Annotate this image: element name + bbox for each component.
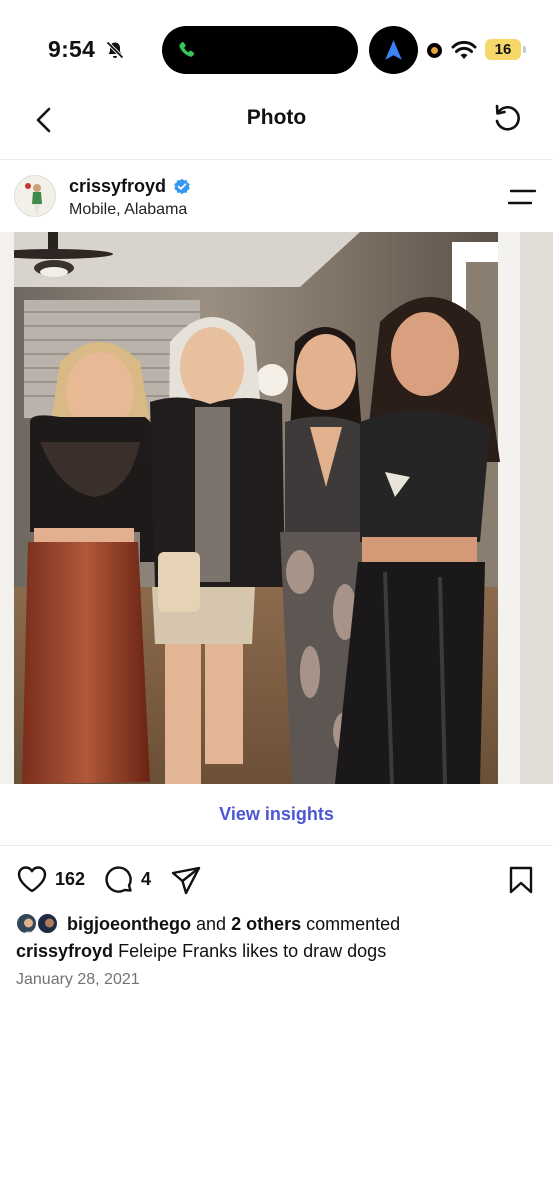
post-photo[interactable]: [0, 232, 553, 784]
bookmark-icon[interactable]: [507, 865, 535, 895]
commenters-connector: and: [196, 914, 227, 934]
avatar[interactable]: [14, 175, 56, 217]
share-icon[interactable]: [170, 864, 202, 896]
caption-username[interactable]: crissyfroyd: [16, 941, 113, 961]
location-arrow-icon: [385, 40, 402, 60]
status-bar: 9:54 16: [0, 0, 553, 100]
post-actions: 162 4: [0, 860, 553, 900]
comments-summary-text: bigjoeonthego and 2 others commented: [67, 914, 400, 935]
menu-icon[interactable]: [505, 182, 541, 212]
caption-text: Feleipe Franks likes to draw dogs: [118, 941, 387, 961]
view-insights-link[interactable]: View insights: [0, 804, 553, 825]
commenter-username[interactable]: bigjoeonthego: [67, 914, 191, 934]
heart-icon[interactable]: [16, 864, 48, 894]
page-title: Photo: [246, 106, 307, 129]
comment-count[interactable]: 4: [141, 869, 151, 890]
record-dot-icon: [427, 43, 442, 58]
top-header: Photo: [0, 92, 553, 160]
dynamic-island[interactable]: [162, 26, 358, 74]
post-date: January 28, 2021: [16, 971, 140, 988]
avatar-image: [15, 176, 55, 216]
refresh-button[interactable]: [489, 100, 527, 138]
insights-bar: View insights: [0, 784, 553, 846]
like-count[interactable]: 162: [55, 869, 85, 890]
post-caption: crissyfroyd Feleipe Franks likes to draw…: [16, 941, 386, 962]
post-location[interactable]: Mobile, Alabama: [69, 201, 187, 219]
battery-icon: 16: [485, 39, 526, 60]
comments-summary[interactable]: bigjoeonthego and 2 others commented: [0, 910, 553, 938]
verified-badge-icon: [174, 178, 190, 195]
commenters-suffix: commented: [306, 914, 401, 934]
commenters-others[interactable]: 2 others: [231, 914, 301, 934]
comment-icon[interactable]: [103, 864, 135, 896]
location-indicator[interactable]: [369, 26, 418, 74]
post-author: crissyfroyd Mobile, Alabama: [0, 170, 553, 228]
wifi-icon: [451, 40, 477, 59]
post-username[interactable]: crissyfroyd: [69, 176, 166, 197]
bell-slash-icon: [106, 41, 124, 59]
phone-icon: [179, 41, 195, 57]
commenter-avatar: [15, 912, 38, 935]
group-photo-image: [0, 232, 553, 784]
status-time: 9:54: [48, 36, 96, 62]
commenter-avatar: [36, 912, 59, 935]
